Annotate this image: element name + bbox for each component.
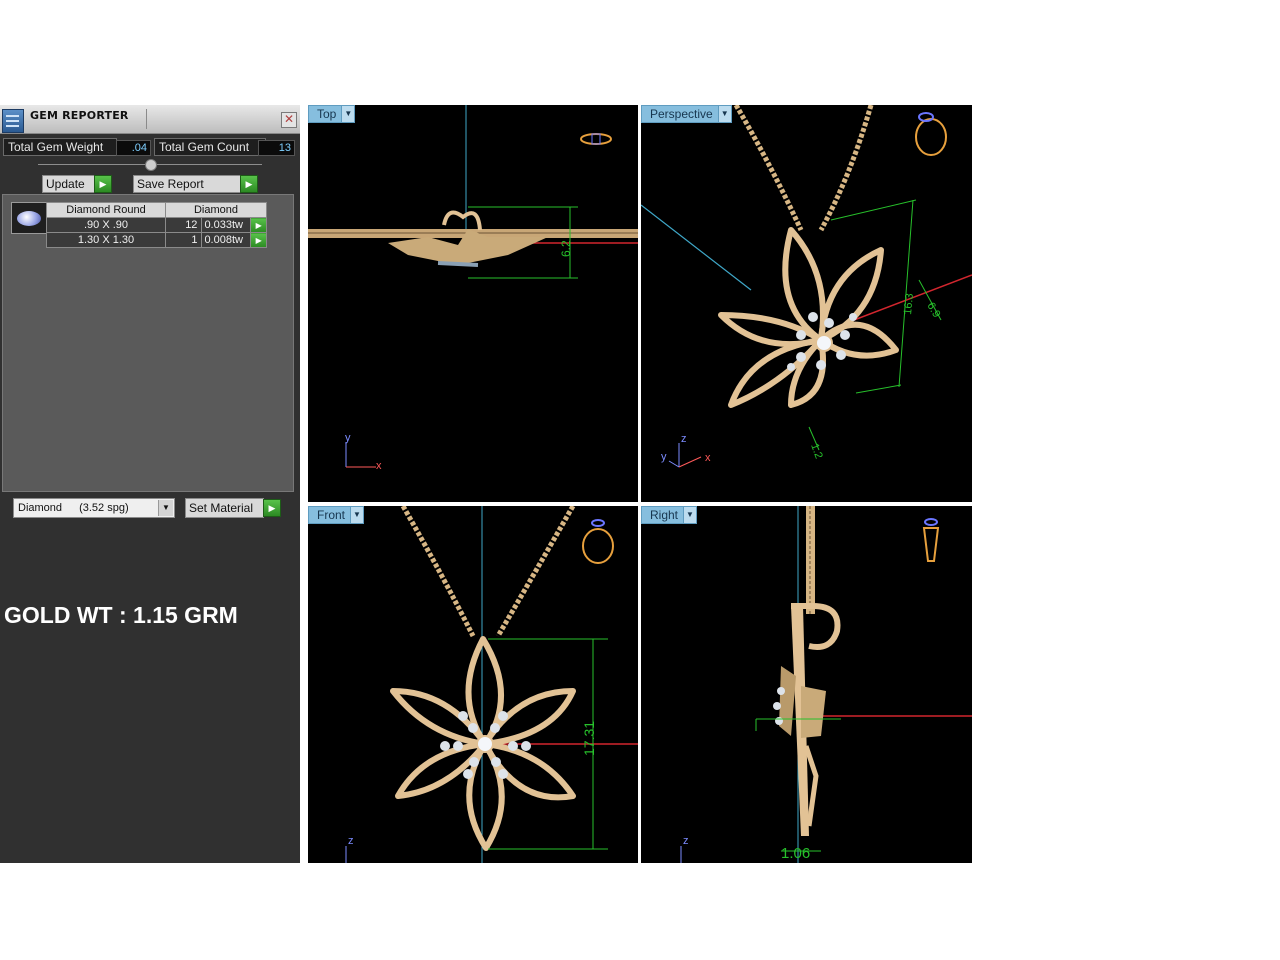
chevron-down-icon[interactable]: ▼: [683, 507, 697, 523]
header-diamond: Diamond: [165, 202, 267, 218]
row-play-arrow-icon[interactable]: ▶: [250, 232, 267, 248]
ring-icon: [582, 519, 614, 564]
top-dimension: 6.2: [559, 240, 573, 257]
gem-icon: [11, 202, 47, 234]
gem-table: Diamond Round Diamond .90 X .90 12 0.033…: [46, 202, 267, 248]
gem-count: 12: [164, 217, 203, 233]
gem-weight: 0.033tw: [201, 217, 252, 233]
total-gem-count-label: Total Gem Count: [154, 138, 266, 156]
axis-z-label: z: [683, 835, 689, 847]
material-name: Diamond: [18, 502, 63, 514]
chevron-down-icon[interactable]: ▼: [350, 507, 364, 523]
viewport-front[interactable]: 17.31 z Front ▼: [308, 506, 638, 863]
material-dropdown[interactable]: Diamond (3.52 spg) ▼: [13, 498, 175, 518]
material-spg: (3.52 spg): [79, 502, 129, 514]
axis-y-label: y: [345, 432, 351, 444]
set-material-play-arrow-icon[interactable]: ▶: [263, 499, 281, 517]
close-icon[interactable]: ✕: [281, 112, 297, 128]
ring-icon: [915, 112, 947, 156]
update-button[interactable]: Update: [42, 175, 95, 193]
set-material-button[interactable]: Set Material: [185, 498, 264, 518]
total-gem-weight-value: .04: [116, 140, 151, 156]
viewport-grid: 6.2 y x Top ▼ 16.3 6.9 1.2 z y x Perspec…: [300, 105, 972, 863]
header-diamond-round: Diamond Round: [46, 202, 166, 218]
app-icon: [2, 109, 24, 133]
viewport-perspective-label-text: Perspective: [650, 107, 713, 121]
title-bar: GEM REPORTER ✕: [0, 105, 300, 134]
save-report-button[interactable]: Save Report: [133, 175, 241, 193]
panel-title: GEM REPORTER: [30, 109, 129, 122]
row-play-arrow-icon[interactable]: ▶: [250, 217, 267, 233]
axis-x-label: x: [705, 452, 711, 464]
axis-x-label: x: [376, 460, 382, 472]
total-gem-weight-label: Total Gem Weight: [3, 138, 117, 156]
table-row[interactable]: .90 X .90 12 0.033tw ▶: [46, 217, 267, 233]
perspective-dimension-a: 16.3: [902, 293, 916, 315]
viewport-top-label-text: Top: [317, 107, 337, 121]
viewport-top[interactable]: 6.2 y x Top ▼: [308, 105, 638, 502]
perspective-dimension-c: 1.2: [808, 442, 825, 460]
gold-weight-annotation: GOLD WT : 1.15 GRM: [4, 602, 238, 628]
viewport-right[interactable]: 1.06 z Right ▼: [641, 506, 972, 863]
perspective-view-canvas: 16.3 6.9 1.2 z y x: [641, 105, 972, 468]
front-dimension: 17.31: [581, 721, 597, 756]
panel-slider-knob[interactable]: [145, 159, 157, 171]
title-separator: [146, 109, 147, 129]
gem-count: 1: [164, 232, 203, 248]
save-report-play-arrow-icon[interactable]: ▶: [240, 175, 258, 193]
ring-icon: [922, 518, 940, 562]
viewport-right-label[interactable]: Right ▼: [641, 506, 698, 524]
total-gem-count-value: 13: [258, 140, 295, 156]
gem-size: 1.30 X 1.30: [46, 232, 166, 248]
viewport-front-label-text: Front: [317, 508, 346, 522]
gem-size: .90 X .90: [46, 217, 166, 233]
viewport-perspective-label[interactable]: Perspective ▼: [641, 105, 732, 123]
update-play-arrow-icon[interactable]: ▶: [94, 175, 112, 193]
gem-reporter-panel: GEM REPORTER ✕ Total Gem Weight .04 Tota…: [0, 105, 300, 863]
right-dimension: 1.06: [781, 845, 810, 862]
dropdown-arrow-icon[interactable]: ▼: [158, 500, 173, 516]
top-view-canvas: 6.2 y x: [308, 105, 638, 472]
axis-y-label: y: [661, 451, 667, 463]
axis-z-label: z: [348, 835, 354, 847]
gem-list-area: Diamond Round Diamond .90 X .90 12 0.033…: [2, 194, 294, 492]
right-view-canvas: 1.06 z: [680, 506, 972, 863]
gem-table-header: Diamond Round Diamond: [46, 202, 267, 218]
viewport-front-label[interactable]: Front ▼: [308, 506, 365, 524]
front-view-canvas: 17.31 z: [345, 506, 638, 863]
viewport-perspective[interactable]: 16.3 6.9 1.2 z y x Perspective ▼: [641, 105, 972, 502]
ring-icon: [580, 133, 612, 145]
chevron-down-icon[interactable]: ▼: [341, 106, 355, 122]
gem-weight: 0.008tw: [201, 232, 252, 248]
table-row[interactable]: 1.30 X 1.30 1 0.008tw ▶: [46, 232, 267, 248]
chevron-down-icon[interactable]: ▼: [717, 106, 731, 122]
viewport-right-label-text: Right: [650, 508, 679, 522]
axis-z-label: z: [681, 433, 687, 445]
viewport-top-label[interactable]: Top ▼: [308, 105, 356, 123]
